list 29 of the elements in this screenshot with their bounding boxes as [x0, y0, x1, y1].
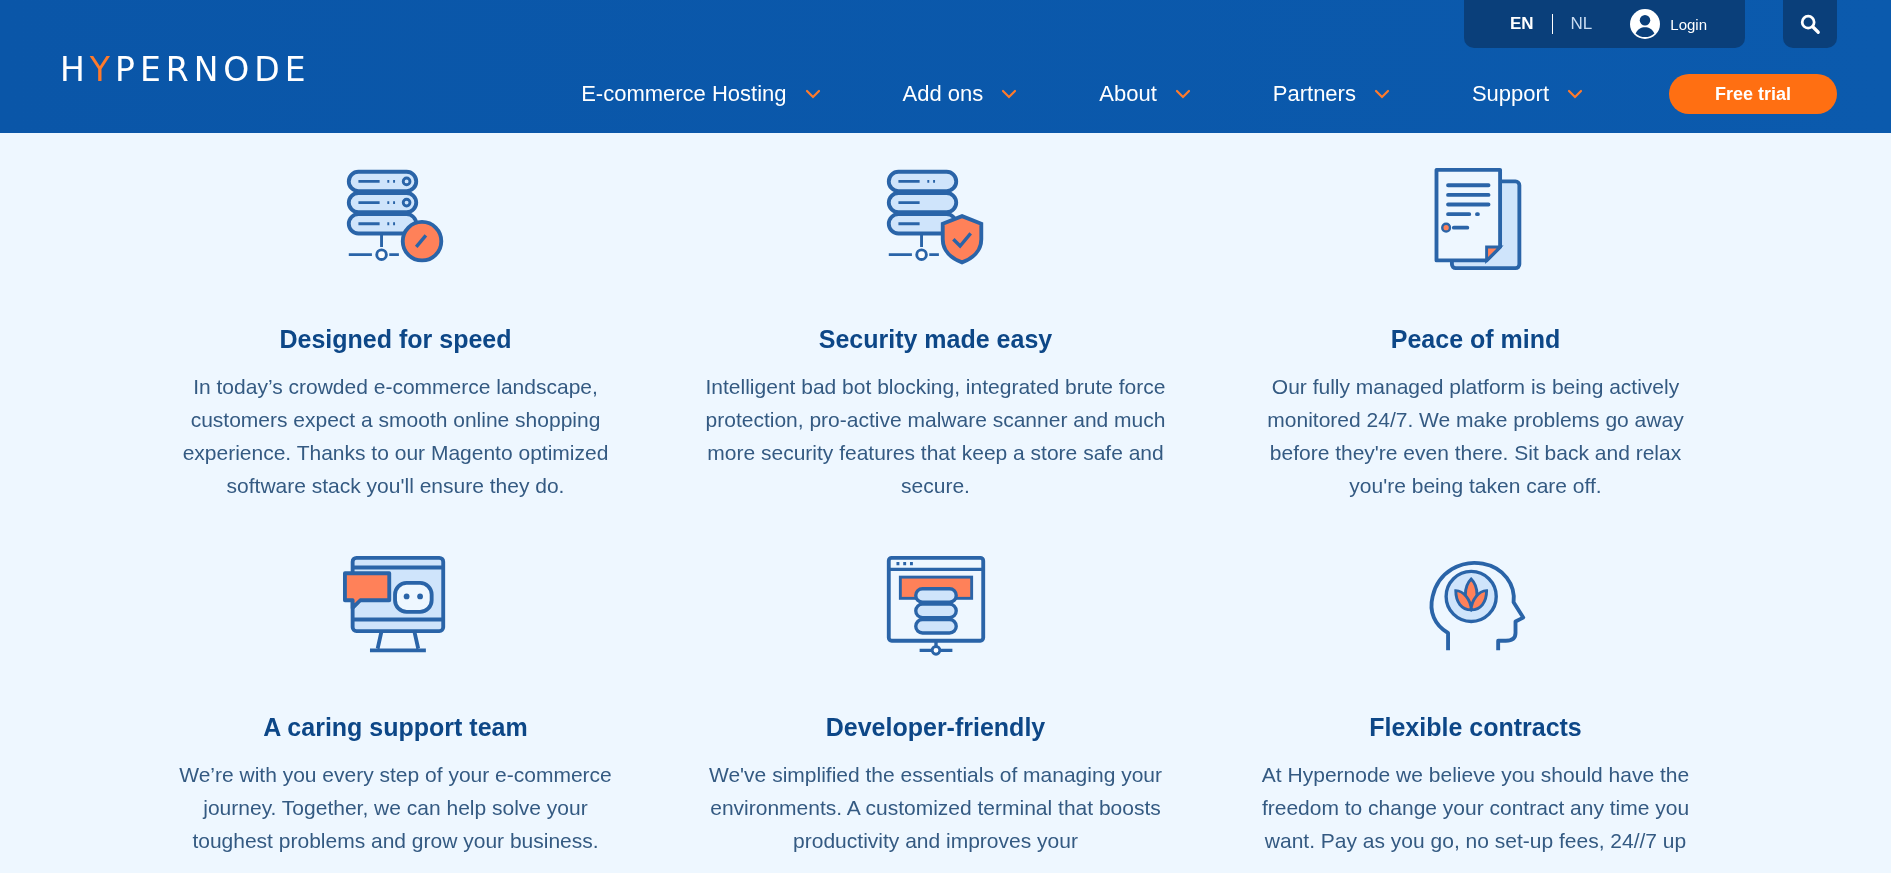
feature-title: A caring support team [263, 713, 528, 742]
nav-menu-item[interactable]: Add ons [902, 81, 1018, 107]
feature-description: We've simplified the essentials of managing your environments. A customized terminal that boosts productivity and improves your [708, 762, 1163, 854]
feature-description: We’re with you every step of your e-commerce journey. Together, we can help solve your toughest problems and grow your business. [178, 762, 613, 854]
feature-description: Our fully managed platform is being actively monitored 24/7. We make problems go away before they're even there. Sit back and relax you're being taken care off. [1266, 374, 1685, 499]
nav-menu-item[interactable]: Partners [1272, 81, 1390, 107]
feature-title: Flexible contracts [1369, 713, 1582, 742]
language-link[interactable]: EN [1509, 14, 1534, 34]
logo[interactable]: HYPERNODE [60, 50, 311, 86]
language-link[interactable]: NL [1570, 14, 1593, 34]
chevron-down-icon [1373, 89, 1390, 99]
nav-menu-item[interactable]: Support [1471, 81, 1583, 107]
login-link[interactable]: Login [1670, 15, 1707, 33]
feature-description: Intelligent bad bot blocking, integrated brute force protection, pro-active malware scanner and much more security features that keep a store safe and secure. [704, 374, 1167, 499]
feature-title: Designed for speed [279, 325, 512, 354]
nav-menu-item[interactable]: About [1099, 81, 1191, 107]
feature-description: At Hypernode we believe you should have the freedom to change your contract any time you want. Pay as you go, no set-up fees, 24//7 up [1260, 762, 1691, 854]
chevron-down-icon [804, 89, 821, 99]
feature-description: In today’s crowded e-commerce landscape, customers expect a smooth online shopping experience. Thanks to our Magento optimized software stack you'll ensure they do. [181, 374, 610, 499]
nav-menu-item[interactable]: E-commerce Hosting [581, 81, 821, 107]
chevron-down-icon [1567, 89, 1583, 99]
search-icon [1799, 13, 1821, 35]
user-icon [1630, 9, 1661, 39]
chevron-down-icon [1001, 89, 1018, 99]
feature-title: Security made easy [818, 325, 1053, 354]
feature-title: Developer-friendly [825, 713, 1046, 742]
feature-title: Peace of mind [1390, 325, 1561, 354]
chevron-down-icon [1174, 89, 1191, 99]
search-button[interactable] [1783, 0, 1837, 48]
